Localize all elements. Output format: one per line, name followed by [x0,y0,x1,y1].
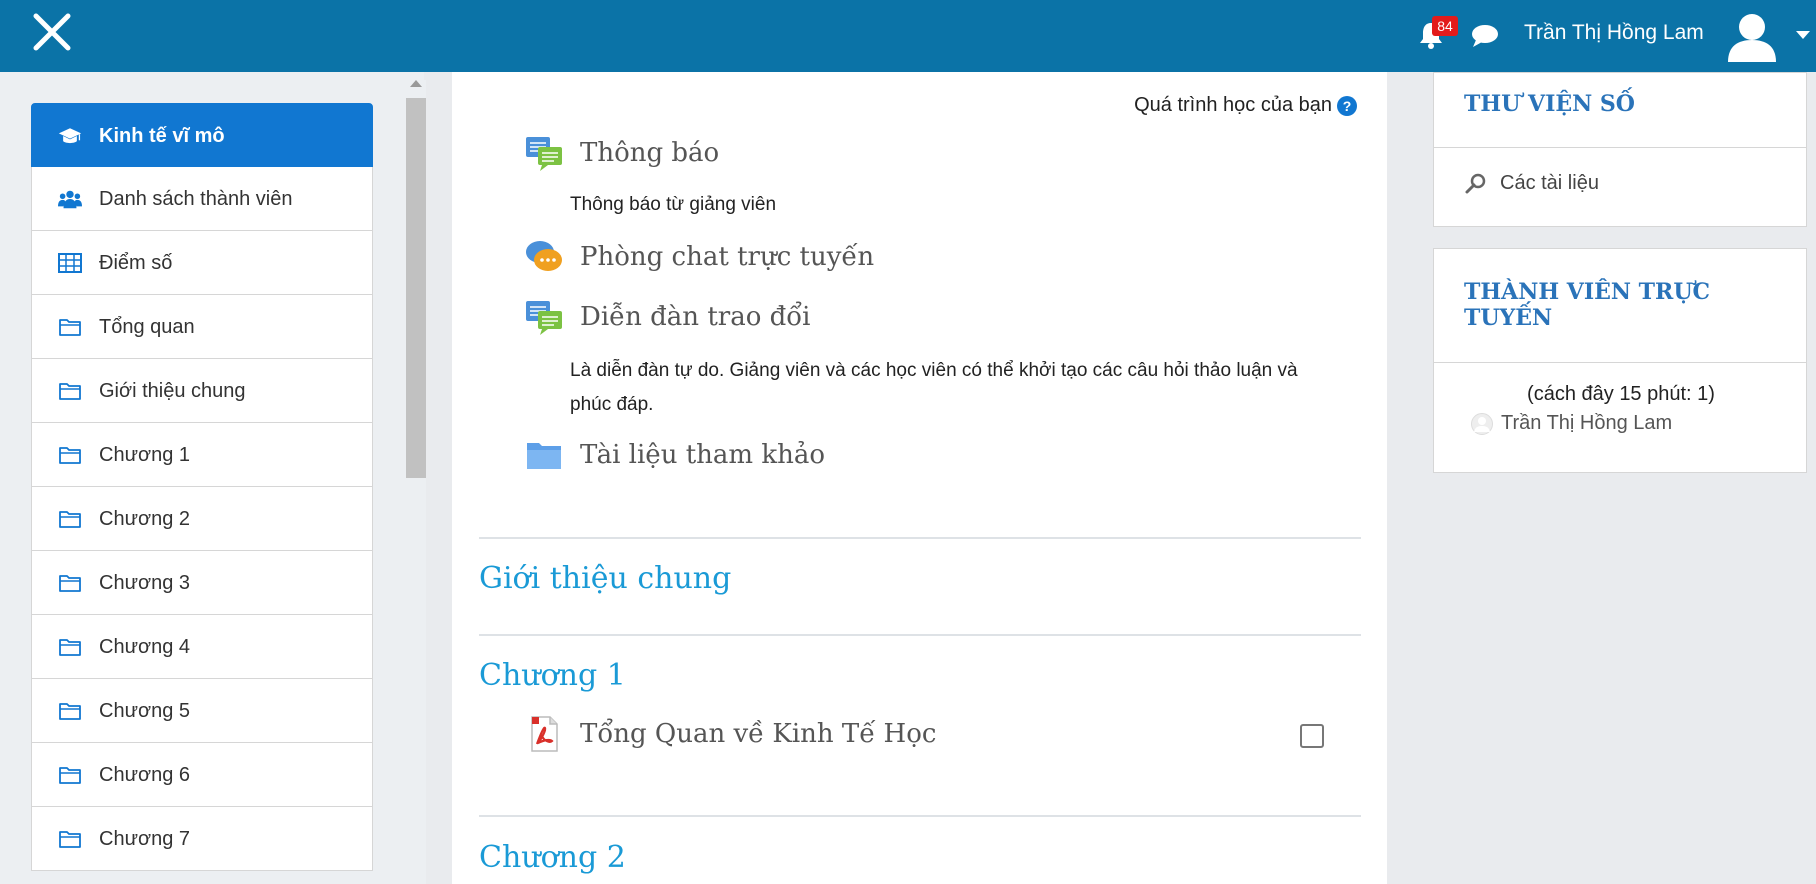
activity-forum[interactable]: Diễn đàn trao đổi [524,297,810,337]
user-menu-caret-icon[interactable] [1796,31,1810,39]
pdf-icon [531,716,558,752]
block-online-users: THÀNH VIÊN TRỰC TUYẾN (cách đây 15 phút:… [1433,248,1807,473]
folder-icon [59,575,81,592]
nav-item-label: Chương 3 [99,572,190,594]
folder-icon [59,383,81,400]
drawer-scrollbar-thumb[interactable] [406,98,426,478]
library-link-label: Các tài liệu [1500,171,1599,194]
online-user-name: Trần Thị Hồng Lam [1501,412,1673,434]
folder-icon [59,319,81,336]
activity-announcements[interactable]: Thông báo [524,133,719,173]
folder-icon [59,511,81,528]
close-drawer-icon[interactable] [30,10,74,54]
top-navbar: 84 Trần Thị Hồng Lam [0,0,1816,72]
activity-pdf-resource[interactable]: Tổng Quan về Kinh Tế Học [524,714,936,754]
messages-icon[interactable] [1470,22,1500,48]
users-icon [58,190,82,209]
user-avatar-icon [1471,412,1493,435]
folder-icon [59,639,81,656]
activity-name: Phòng chat trực tuyến [580,242,875,272]
course-nav-list: Kinh tế vĩ mô Danh sách thành viên Điểm … [31,103,373,871]
svg-text:?: ? [1343,98,1352,114]
nav-item-section[interactable]: Tổng quan [31,295,373,359]
library-documents-link[interactable]: Các tài liệu [1464,171,1599,195]
table-icon [58,253,82,273]
activity-chat-room[interactable]: Phòng chat trực tuyến [524,237,874,277]
activity-description: Thông báo từ giảng viên [570,194,777,215]
course-navigation-drawer: Kinh tế vĩ mô Danh sách thành viên Điểm … [0,72,426,884]
section-divider [479,815,1361,817]
nav-item-label: Danh sách thành viên [99,188,293,210]
section-title-intro[interactable]: Giới thiệu chung [479,561,731,596]
nav-item-section[interactable]: Chương 1 [31,423,373,487]
progress-text: Quá trình học của bạn [1134,94,1332,116]
folder-icon [59,703,81,720]
graduation-cap-icon [58,128,82,144]
online-user-item[interactable]: Trần Thị Hồng Lam [1471,412,1672,435]
block-header: THÀNH VIÊN TRỰC TUYẾN [1434,249,1806,363]
nav-item-label: Điểm số [99,252,173,274]
section-title-chapter-2[interactable]: Chương 2 [479,840,626,875]
search-icon [1465,173,1486,194]
activity-description: Là diễn đàn tự do. Giảng viên và các học… [570,360,1298,415]
course-progress-label: Quá trình học của bạn ? [1134,94,1358,117]
block-title: THÀNH VIÊN TRỰC TUYẾN [1464,279,1711,331]
nav-item-label: Chương 5 [99,700,190,722]
completion-checkbox[interactable] [1300,724,1324,748]
forum-icon [526,301,562,335]
user-avatar-icon[interactable] [1724,8,1780,64]
forum-icon [526,137,562,171]
section-divider [479,634,1361,636]
section-divider [479,537,1361,539]
help-icon[interactable]: ? [1336,95,1358,117]
nav-item-label: Chương 6 [99,764,190,786]
nav-item-section[interactable]: Chương 6 [31,743,373,807]
folder-icon [59,831,81,848]
nav-item-section[interactable]: Chương 5 [31,679,373,743]
block-title: THƯ VIỆN SỐ [1464,91,1635,117]
activity-reference-folder[interactable]: Tài liệu tham khảo [524,435,825,475]
nav-item-grades[interactable]: Điểm số [31,231,373,295]
section-title-chapter-1[interactable]: Chương 1 [479,658,626,693]
nav-item-label: Giới thiệu chung [99,380,246,402]
notification-count-badge: 84 [1432,16,1458,36]
nav-item-label: Chương 7 [99,828,190,850]
folder-icon [59,767,81,784]
activity-name: Tài liệu tham khảo [580,440,825,470]
nav-item-label: Kinh tế vĩ mô [99,125,225,147]
nav-item-course-home[interactable]: Kinh tế vĩ mô [31,103,373,167]
scroll-up-arrow-icon[interactable] [410,80,422,87]
block-digital-library: THƯ VIỆN SỐ Các tài liệu [1433,72,1807,227]
activity-name: Thông báo [580,138,720,168]
nav-item-participants[interactable]: Danh sách thành viên [31,167,373,231]
nav-item-section[interactable]: Chương 4 [31,615,373,679]
nav-item-label: Chương 2 [99,508,190,530]
chat-room-icon [526,241,562,271]
folder-icon [527,443,561,469]
course-content: Quá trình học của bạn ? Thông báo Thông … [452,72,1387,884]
nav-item-section[interactable]: Chương 3 [31,551,373,615]
nav-item-label: Chương 1 [99,444,190,466]
nav-item-label: Chương 4 [99,636,190,658]
user-menu-name[interactable]: Trần Thị Hồng Lam [1524,20,1704,46]
folder-icon [59,447,81,464]
nav-item-section[interactable]: Giới thiệu chung [31,359,373,423]
online-users-note: (cách đây 15 phút: 1) [1527,383,1715,405]
nav-item-section[interactable]: Chương 7 [31,807,373,871]
nav-item-label: Tổng quan [99,316,195,338]
activity-name: Tổng Quan về Kinh Tế Học [580,719,937,749]
nav-item-section[interactable]: Chương 2 [31,487,373,551]
block-header: THƯ VIỆN SỐ [1434,73,1806,148]
activity-name: Diễn đàn trao đổi [580,302,811,332]
